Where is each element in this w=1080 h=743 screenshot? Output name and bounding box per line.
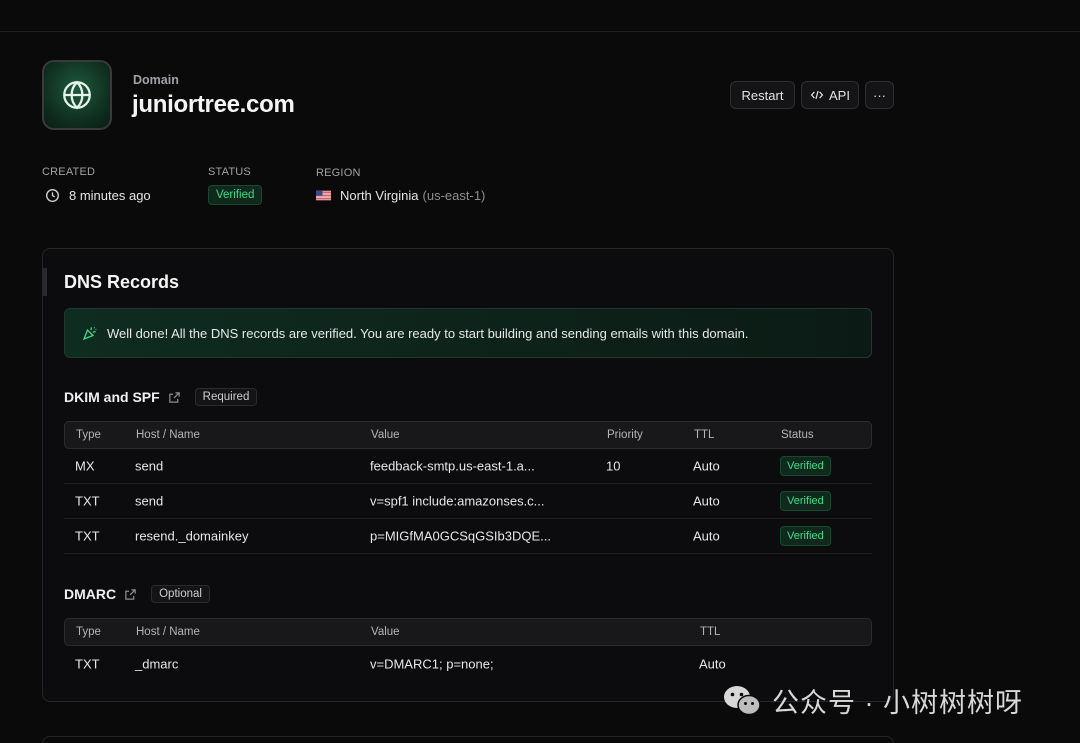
status-badge: Verified: [780, 491, 831, 511]
dns-records-title: DNS Records: [64, 272, 180, 292]
api-button-label: API: [829, 87, 850, 103]
us-flag-icon: [316, 190, 331, 201]
required-badge: Required: [194, 388, 258, 406]
external-link-icon[interactable]: [124, 588, 137, 601]
created-label: CREATED: [42, 166, 96, 178]
status-value: Verified: [208, 185, 263, 205]
status-label: STATUS: [208, 166, 251, 178]
page-title: juniortree.com: [132, 91, 295, 118]
watermark: 公众号 · 小树树树呀: [722, 681, 1023, 720]
clock-icon: [46, 189, 59, 202]
next-card-edge: [42, 736, 894, 743]
globe-icon: [63, 80, 91, 110]
region-value: North Virginia (us-east-1): [316, 188, 485, 203]
page-eyebrow: Domain: [133, 73, 179, 87]
status-badge: Verified: [208, 185, 263, 205]
dkim-title: DKIM and SPF: [64, 389, 160, 405]
domain-avatar: [42, 60, 112, 130]
table-row: TXT send v=spf1 include:amazonses.c... A…: [64, 484, 872, 519]
dkim-section-header: DKIM and SPF Required: [64, 388, 258, 406]
more-icon: ···: [873, 87, 886, 103]
code-icon: [810, 90, 824, 100]
external-link-icon[interactable]: [168, 391, 181, 404]
wechat-icon: [724, 685, 761, 715]
table-row: TXT _dmarc v=DMARC1; p=none; Auto: [75, 656, 726, 671]
created-value: 8 minutes ago: [45, 188, 151, 203]
dkim-table-header: Type Host / Name Value Priority TTL Stat…: [64, 421, 872, 449]
restart-button[interactable]: Restart: [730, 81, 795, 109]
card-accent-bar: [43, 268, 47, 296]
success-alert: Well done! All the DNS records are verif…: [64, 308, 872, 358]
dmarc-table-header: Type Host / Name Value TTL: [64, 618, 872, 646]
more-options-button[interactable]: ···: [865, 81, 894, 109]
api-button[interactable]: API: [801, 81, 859, 109]
restart-button-label: Restart: [741, 87, 784, 103]
region-label: REGION: [316, 167, 361, 179]
success-alert-text: Well done! All the DNS records are verif…: [107, 325, 749, 341]
party-popper-icon: [82, 327, 97, 341]
top-bar: [0, 0, 1080, 32]
watermark-text: 公众号 · 小树树树呀: [772, 688, 1023, 718]
status-badge: Verified: [780, 526, 831, 546]
optional-badge: Optional: [151, 585, 210, 603]
dmarc-section-header: DMARC Optional: [64, 585, 210, 603]
status-badge: Verified: [780, 456, 831, 476]
table-row: TXT resend._domainkey p=MIGfMA0GCSqGSIb3…: [64, 519, 872, 554]
dmarc-title: DMARC: [64, 586, 117, 602]
table-row: MX send feedback-smtp.us-east-1.a... 10 …: [64, 449, 872, 484]
